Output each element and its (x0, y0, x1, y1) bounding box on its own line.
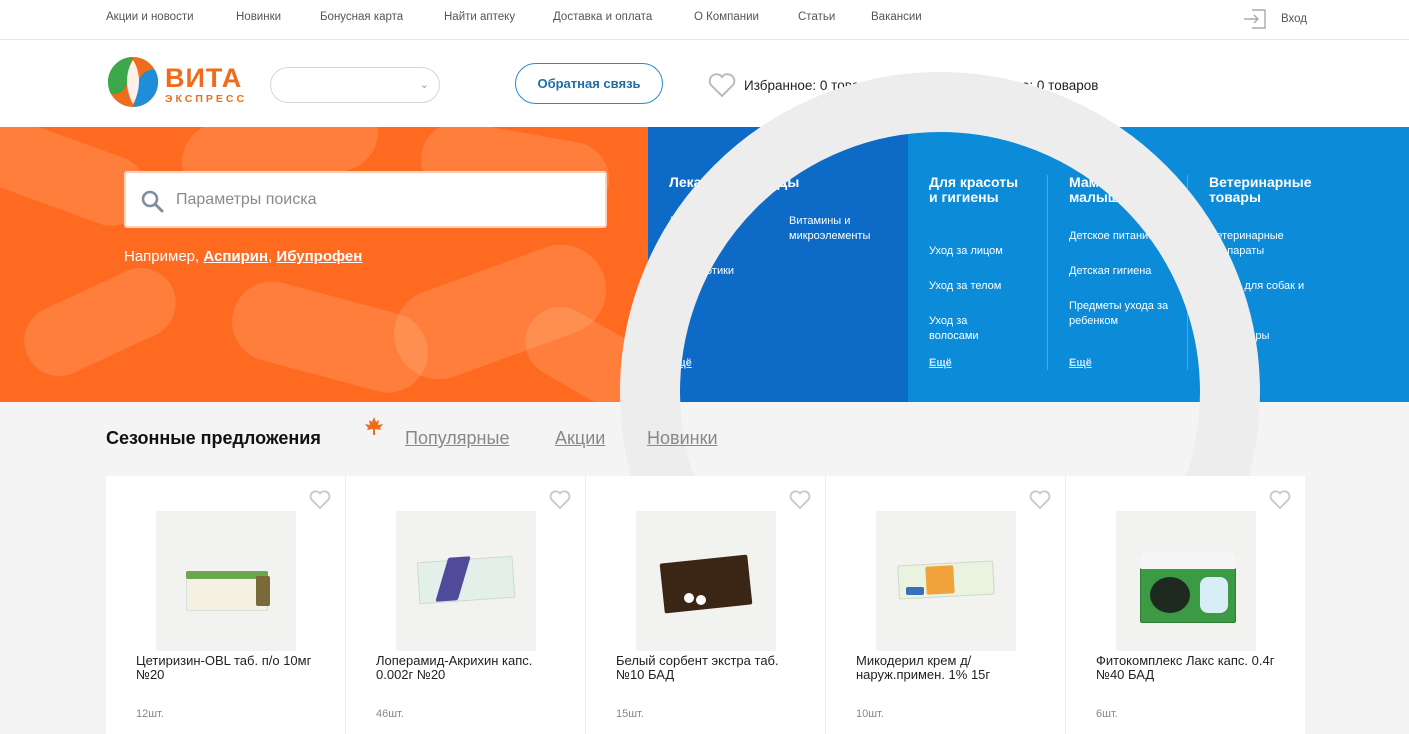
heart-icon (708, 73, 736, 98)
product-name[interactable]: Микодерил крем д/наруж.примен. 1% 15г (856, 654, 1041, 682)
category-title-veterinary[interactable]: Ветеринарные товары (1209, 175, 1359, 205)
login-label: Вход (1281, 13, 1308, 25)
product-image[interactable] (396, 511, 536, 651)
nav-vacancies[interactable]: Вакансии (871, 11, 922, 23)
product-name[interactable]: Фитокомплекс Лакс капс. 0.4г №40 БАД (1096, 654, 1281, 682)
nav-delivery[interactable]: Доставка и оплата (553, 11, 652, 23)
search-example-ibuprofen[interactable]: Ибупрофен (276, 248, 362, 265)
logo-title: ВИТА (165, 63, 243, 93)
product-name[interactable]: Лоперамид-Акрихин капс. 0.002г №20 (376, 654, 561, 682)
tab-promotions[interactable]: Акции (555, 428, 605, 449)
heart-icon[interactable] (549, 490, 571, 510)
product-package (659, 554, 753, 614)
product-package-side (256, 576, 270, 606)
logo[interactable]: ВИТА ЭКСПРЕСС (107, 56, 257, 111)
tab-popular[interactable]: Популярные (405, 428, 509, 449)
maple-leaf-icon (365, 417, 383, 435)
product-package-label (1140, 553, 1236, 569)
heart-icon[interactable] (309, 490, 331, 510)
search-input[interactable] (176, 186, 586, 214)
product-quantity: 46шт. (376, 708, 404, 720)
product-quantity: 6шт. (1096, 708, 1118, 720)
product-package-badge (906, 587, 924, 595)
nav-promotions[interactable]: Акции и новости (106, 11, 194, 23)
search-examples: Например, Аспирин, Ибупрофен (124, 248, 362, 265)
top-bar: Акции и новости Новинки Бонусная карта Н… (0, 0, 1409, 40)
logo-emblem-icon (107, 56, 159, 108)
nav-about[interactable]: О Компании (694, 11, 759, 23)
tab-new-items[interactable]: Новинки (647, 428, 718, 449)
logo-subtitle: ЭКСПРЕСС (165, 93, 248, 105)
heart-icon[interactable] (1029, 490, 1051, 510)
product-quantity: 10шт. (856, 708, 884, 720)
product-card[interactable]: Белый сорбент экстра таб. №10 БАД 15шт. (586, 476, 826, 734)
search-example-aspirin[interactable]: Аспирин (203, 248, 268, 265)
product-name[interactable]: Цетиризин-OBL таб. п/о 10мг №20 (136, 654, 321, 682)
heart-icon[interactable] (1269, 490, 1291, 510)
nav-new-items[interactable]: Новинки (236, 11, 281, 23)
tab-seasonal[interactable]: Сезонные предложения (106, 428, 321, 449)
product-package-logo (925, 565, 955, 595)
feedback-button[interactable]: Обратная связь (515, 63, 663, 104)
chevron-down-icon: ⌄ (419, 79, 429, 91)
login-icon (1244, 9, 1266, 29)
product-card[interactable]: Фитокомплекс Лакс капс. 0.4г №40 БАД 6шт… (1066, 476, 1305, 734)
pill-decoration (12, 256, 188, 388)
product-image[interactable] (156, 511, 296, 651)
nav-bonus-card[interactable]: Бонусная карта (320, 11, 403, 23)
product-card[interactable]: Лоперамид-Акрихин капс. 0.002г №20 46шт. (346, 476, 586, 734)
product-name[interactable]: Белый сорбент экстра таб. №10 БАД (616, 654, 801, 682)
product-image[interactable] (1116, 511, 1256, 651)
product-package-capsules (1200, 577, 1228, 613)
search-icon (141, 190, 164, 213)
product-image[interactable] (876, 511, 1016, 651)
product-quantity: 12шт. (136, 708, 164, 720)
search-example-prefix: Например, (124, 248, 204, 265)
city-select[interactable]: ⌄ (270, 67, 440, 103)
product-card[interactable]: Микодерил крем д/наруж.примен. 1% 15г 10… (826, 476, 1066, 734)
nav-find-pharmacy[interactable]: Найти аптеку (444, 11, 515, 23)
login-button[interactable]: Вход (1243, 8, 1307, 30)
search-box (124, 171, 607, 228)
nav-articles[interactable]: Статьи (798, 11, 835, 23)
product-card[interactable]: Цетиризин-OBL таб. п/о 10мг №20 12шт. (106, 476, 346, 734)
offers-tabs: Сезонные предложения Популярные Акции Но… (0, 417, 1409, 458)
heart-icon[interactable] (789, 490, 811, 510)
product-package-illustration (1150, 577, 1190, 613)
product-tablet (684, 593, 694, 603)
product-tablet (696, 595, 706, 605)
product-image[interactable] (636, 511, 776, 651)
product-quantity: 15шт. (616, 708, 644, 720)
